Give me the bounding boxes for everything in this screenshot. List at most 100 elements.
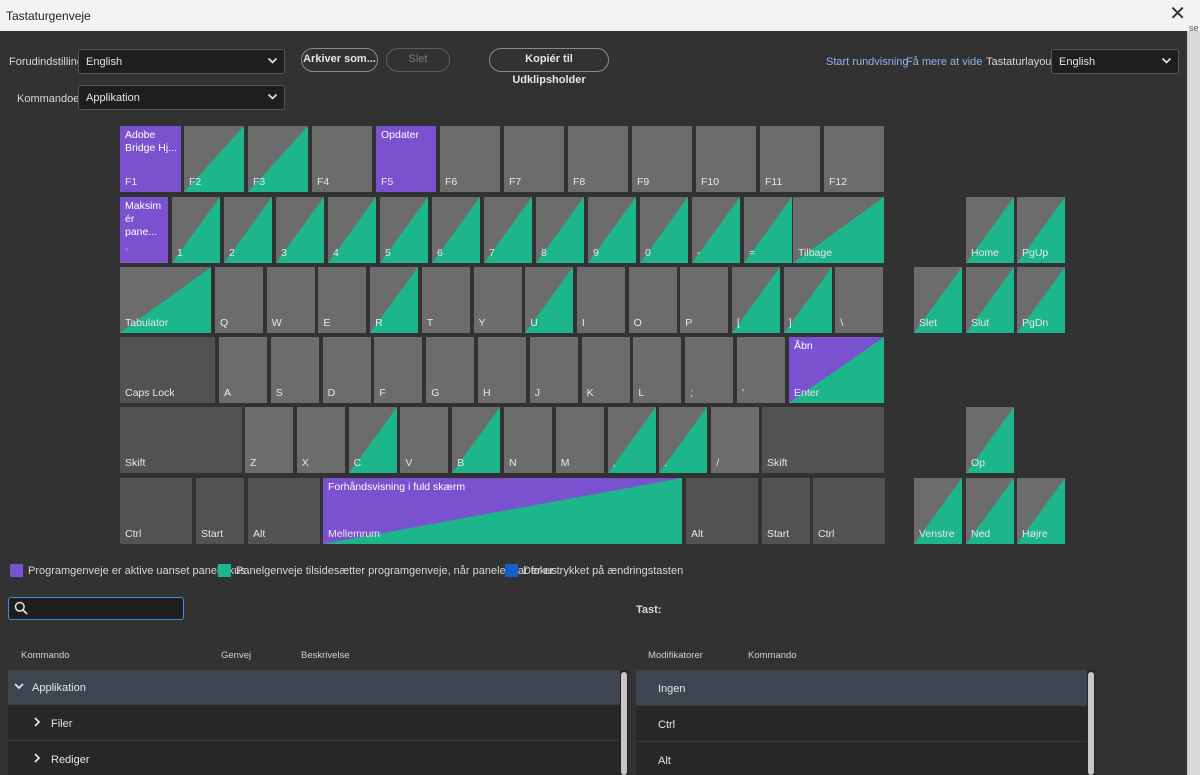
tree-scrollbar[interactable] [621,672,627,775]
delete-button[interactable]: Slet [386,48,450,72]
key-h[interactable]: H [478,337,526,403]
key-shift-right[interactable]: Skift [762,407,884,473]
key-n[interactable]: N [504,407,552,473]
key-t[interactable]: T [421,267,470,333]
modifier-row-ingen[interactable]: Ingen [636,670,1087,706]
key-f6[interactable]: F6 [440,126,500,192]
key-f2[interactable]: F2 [184,126,244,192]
key-period[interactable]: . [659,407,708,473]
tree-row-filer[interactable]: Filer [8,706,620,741]
key-f[interactable]: F [374,337,423,403]
key-f7[interactable]: F7 [504,126,564,192]
key-x[interactable]: X [296,407,345,473]
key-y[interactable]: Y [473,267,522,333]
key-alt-right[interactable]: Alt [686,478,758,544]
key-v[interactable]: V [400,407,449,473]
key-home[interactable]: Home [966,197,1014,263]
key-ctrl-left[interactable]: Ctrl [120,478,192,544]
keyboard-layout-dropdown[interactable]: English [1051,49,1179,74]
key-q[interactable]: Q [215,267,263,333]
key-3[interactable]: 3 [276,197,324,263]
key-equals[interactable]: = [744,197,792,263]
key-c[interactable]: C [348,407,397,473]
key-f4[interactable]: F4 [312,126,372,192]
key-lbracket[interactable]: [ [732,267,780,333]
key-a[interactable]: A [219,337,267,403]
key-end[interactable]: Slut [966,267,1014,333]
key-left[interactable]: Venstre [914,478,962,544]
key-f8[interactable]: F8 [568,126,628,192]
key-backtick[interactable]: Maksim ér pane... ` [120,197,168,263]
key-5[interactable]: 5 [380,197,428,263]
key-space[interactable]: Forhåndsvisning i fuld skærm Mellemrum [323,478,682,544]
key-d[interactable]: D [322,337,371,403]
key-quote[interactable]: ' [737,337,785,403]
chevron-down-icon[interactable] [14,681,24,691]
key-8[interactable]: 8 [536,197,584,263]
key-o[interactable]: O [628,267,677,333]
key-9[interactable]: 9 [588,197,636,263]
key-4[interactable]: 4 [328,197,376,263]
key-down[interactable]: Ned [966,478,1014,544]
copy-to-clipboard-button[interactable]: Kopiér til Udklipsholder [489,48,609,86]
learn-more-link[interactable]: Få mere at vide [906,56,982,68]
key-k[interactable]: K [581,337,630,403]
key-s[interactable]: S [270,337,319,403]
close-icon[interactable]: ✕ [1169,3,1186,25]
key-0[interactable]: 0 [640,197,688,263]
key-minus[interactable]: - [692,197,740,263]
key-f10[interactable]: F10 [696,126,756,192]
key-u[interactable]: U [525,267,574,333]
key-i[interactable]: I [576,267,625,333]
key-w[interactable]: W [266,267,315,333]
key-1[interactable]: 1 [172,197,220,263]
key-g[interactable]: G [426,337,475,403]
key-tab[interactable]: Tabulator [120,267,211,333]
key-l[interactable]: L [633,337,682,403]
key-z[interactable]: Z [245,407,293,473]
key-capslock[interactable]: Caps Lock [120,337,215,403]
key-pgup[interactable]: PgUp [1017,197,1065,263]
commands-dropdown[interactable]: Applikation [78,85,285,110]
key-p[interactable]: P [680,267,729,333]
tree-row-rediger[interactable]: Rediger [8,742,620,775]
key-shift-left[interactable]: Skift [120,407,242,473]
modifier-row-ctrl[interactable]: Ctrl [636,706,1087,742]
key-f9[interactable]: F9 [632,126,692,192]
key-f11[interactable]: F11 [760,126,820,192]
key-enter[interactable]: Åbn Enter [789,337,884,403]
key-comma[interactable]: , [607,407,656,473]
key-backslash[interactable]: \ [835,267,884,333]
search-input[interactable] [8,597,184,620]
key-pgdn[interactable]: PgDn [1017,267,1065,333]
key-7[interactable]: 7 [484,197,532,263]
start-tour-link[interactable]: Start rundvisning [826,56,909,68]
key-j[interactable]: J [529,337,578,403]
modifiers-scrollbar[interactable] [1088,672,1094,775]
key-slash[interactable]: / [711,407,760,473]
key-ctrl-right[interactable]: Ctrl [813,478,885,544]
key-right[interactable]: Højre [1017,478,1065,544]
key-r[interactable]: R [370,267,419,333]
key-alt-left[interactable]: Alt [248,478,320,544]
key-2[interactable]: 2 [224,197,272,263]
save-as-button[interactable]: Arkiver som... [301,48,378,72]
key-b[interactable]: B [452,407,501,473]
key-f1[interactable]: Adobe Bridge Hj... F1 [120,126,181,192]
key-start-left[interactable]: Start [196,478,244,544]
key-rbracket[interactable]: ] [783,267,832,333]
key-up[interactable]: Op [966,407,1014,473]
chevron-right-icon[interactable] [32,753,42,763]
chevron-right-icon[interactable] [32,717,42,727]
key-6[interactable]: 6 [432,197,480,263]
key-delete[interactable]: Slet [914,267,962,333]
key-semicolon[interactable]: ; [685,337,734,403]
modifier-row-alt[interactable]: Alt [636,742,1087,775]
key-m[interactable]: M [555,407,604,473]
preset-dropdown[interactable]: English [78,49,285,74]
key-f12[interactable]: F12 [824,126,884,192]
key-f5[interactable]: Opdater F5 [376,126,436,192]
key-backspace[interactable]: Tilbage [793,197,884,263]
key-start-right[interactable]: Start [762,478,810,544]
tree-row-applikation[interactable]: Applikation [8,670,620,705]
